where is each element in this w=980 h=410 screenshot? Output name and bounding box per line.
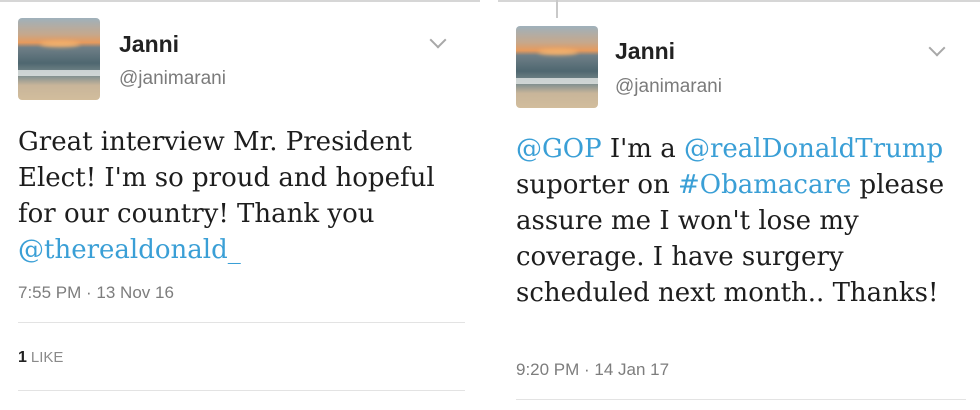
like-count[interactable]: 1 LIKE	[18, 349, 63, 367]
avatar-sun	[538, 49, 578, 55]
avatar[interactable]	[18, 18, 100, 100]
avatar-wave	[18, 70, 100, 76]
tweet-text: Great interview Mr. President Elect! I'm…	[18, 124, 463, 268]
user-handle[interactable]: @janimarani	[119, 68, 226, 90]
display-name[interactable]: Janni	[615, 38, 675, 65]
tweet-timestamp[interactable]: 9:20 PM · 14 Jan 17	[516, 360, 669, 380]
divider	[18, 322, 465, 323]
divider	[516, 399, 966, 400]
mention-link[interactable]: @realDonaldTrump	[684, 134, 943, 164]
hashtag-link[interactable]: #Obamacare	[678, 170, 851, 200]
display-name[interactable]: Janni	[119, 31, 179, 58]
tweet-card-2[interactable]: Janni @janimarani @GOP I'm a @realDonald…	[498, 0, 980, 410]
tweet-text-part: Great interview Mr. President Elect! I'm…	[18, 127, 435, 229]
tweet-card-1[interactable]: Janni @janimarani Great interview Mr. Pr…	[0, 0, 480, 410]
column-gap	[480, 0, 498, 410]
chevron-down-icon[interactable]	[429, 31, 447, 49]
tweet-text: @GOP I'm a @realDonaldTrump suporter on …	[516, 131, 966, 311]
mention-link[interactable]: @therealdonald_	[18, 235, 241, 265]
chevron-down-icon[interactable]	[928, 39, 946, 57]
avatar[interactable]	[516, 26, 598, 108]
mention-link[interactable]: @GOP	[516, 134, 602, 164]
tweet-timestamp[interactable]: 7:55 PM · 13 Nov 16	[18, 283, 174, 303]
divider	[18, 390, 465, 391]
tweet-text-part: suporter on	[516, 170, 679, 200]
like-number: 1	[18, 349, 27, 366]
tweet-text-part: I'm a	[601, 134, 684, 164]
like-label: LIKE	[30, 349, 64, 366]
user-handle[interactable]: @janimarani	[615, 76, 722, 98]
top-divider	[498, 0, 980, 2]
avatar-wave	[516, 78, 598, 84]
top-divider	[0, 0, 480, 2]
avatar-sun	[40, 41, 80, 47]
thread-connector	[556, 0, 558, 18]
